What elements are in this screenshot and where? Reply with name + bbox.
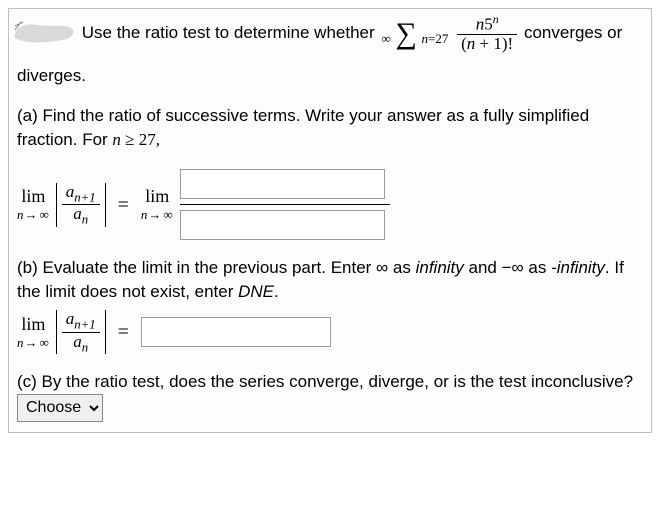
- part-a-equation: lim n→∞ an+1 an = lim n→∞: [17, 169, 643, 240]
- problem-card: Use the ratio test to determine whether …: [8, 8, 652, 433]
- sigma-icon: ∑: [395, 17, 416, 50]
- part-b-equation: lim n→∞ an+1 an =: [17, 310, 643, 354]
- equals-sign-b: =: [112, 318, 135, 346]
- part-b-text4: .: [274, 282, 279, 301]
- conclusion-select[interactable]: Choose: [17, 394, 103, 422]
- fraction-denominator: (n + 1)!: [457, 35, 517, 54]
- denominator-input[interactable]: [180, 210, 385, 240]
- sum-lower: n=27: [422, 31, 449, 46]
- abs-bars-b: an+1 an: [56, 310, 106, 354]
- numerator-input[interactable]: [180, 169, 385, 199]
- abs-bars: an+1 an: [56, 183, 106, 227]
- limit-right: lim n→∞: [141, 187, 174, 222]
- redaction-blob: [17, 22, 75, 46]
- intro-block: Use the ratio test to determine whether …: [17, 13, 643, 88]
- intro-tail1: converges or: [524, 23, 622, 42]
- limit-b: lim n→∞: [17, 315, 50, 350]
- fraction-numerator: n5n: [457, 13, 517, 35]
- equals-sign: =: [112, 191, 135, 219]
- fraction-inputs: [180, 169, 390, 240]
- sigma-notation: ∞ ∑ n=27: [381, 20, 448, 47]
- intro-tail2: diverges.: [17, 64, 643, 88]
- part-b-text1: (b) Evaluate the limit in the previous p…: [17, 258, 416, 277]
- part-c-prompt: (c) By the ratio test, does the series c…: [17, 372, 633, 391]
- infinity-word: infinity: [416, 258, 464, 277]
- series-term-fraction: n5n (n + 1)!: [457, 13, 517, 54]
- intro-lead: Use the ratio test to determine whether: [82, 23, 375, 42]
- part-a: (a) Find the ratio of successive terms. …: [17, 104, 643, 241]
- part-c: (c) By the ratio test, does the series c…: [17, 370, 643, 422]
- part-b: (b) Evaluate the limit in the previous p…: [17, 256, 643, 354]
- limit-left: lim n→∞: [17, 187, 50, 222]
- limit-value-input[interactable]: [141, 317, 331, 347]
- dne-word: DNE: [238, 282, 274, 301]
- ratio-fraction-b: an+1 an: [62, 310, 100, 354]
- sum-upper: ∞: [381, 31, 390, 46]
- part-a-prompt: (a) Find the ratio of successive terms. …: [17, 106, 589, 149]
- part-b-text2: and −∞ as: [464, 258, 551, 277]
- ratio-fraction: an+1 an: [62, 183, 100, 227]
- fraction-bar: [180, 204, 390, 205]
- neg-infinity-word: -infinity: [551, 258, 605, 277]
